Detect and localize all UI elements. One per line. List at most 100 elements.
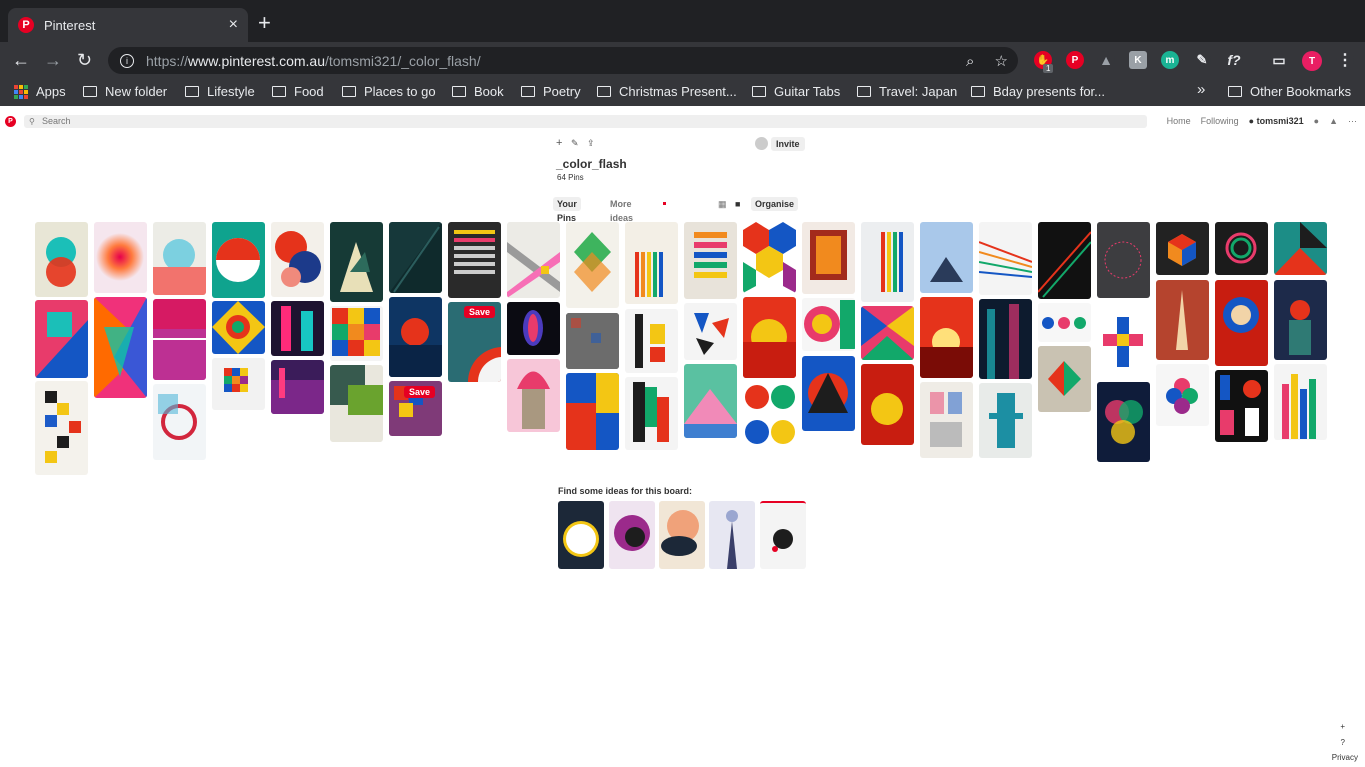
idea-card[interactable] — [760, 501, 806, 569]
pin-card[interactable] — [684, 364, 737, 438]
pin-card[interactable] — [507, 222, 560, 298]
bookmarks-overflow-icon[interactable]: » — [1197, 81, 1205, 98]
pin-card[interactable] — [802, 356, 855, 431]
messages-icon[interactable]: ● — [1314, 115, 1319, 128]
invite-button[interactable]: Invite — [771, 137, 805, 151]
bookmark-folder[interactable]: Food — [272, 84, 324, 99]
pin-card[interactable] — [271, 222, 324, 297]
pin-card[interactable] — [1274, 280, 1327, 360]
more-icon[interactable]: ⋯ — [1348, 115, 1357, 128]
pin-card[interactable] — [684, 222, 737, 299]
bookmark-folder[interactable]: Guitar Tabs — [752, 84, 840, 99]
pin-card[interactable] — [212, 301, 265, 354]
privacy-link[interactable]: Privacy — [1332, 753, 1358, 762]
idea-card[interactable] — [659, 501, 705, 569]
pin-card[interactable] — [625, 377, 678, 450]
idea-card[interactable] — [709, 501, 755, 569]
pen-extension-icon[interactable]: ✎ — [1193, 51, 1211, 69]
pin-card[interactable] — [979, 222, 1032, 295]
pin-card[interactable] — [861, 306, 914, 360]
organise-button[interactable]: Organise — [751, 197, 799, 211]
zoom-icon[interactable]: ⌕ — [966, 53, 974, 70]
pin-card[interactable] — [35, 300, 88, 378]
pin-card[interactable] — [153, 222, 206, 295]
pin-card[interactable] — [507, 302, 560, 355]
pin-card[interactable] — [979, 383, 1032, 458]
pin-card[interactable] — [1274, 222, 1327, 275]
pin-card[interactable] — [448, 222, 501, 298]
pin-card[interactable] — [920, 222, 973, 293]
new-tab-button[interactable]: + — [258, 12, 271, 34]
edit-icon[interactable]: ✎ — [571, 138, 579, 148]
bookmark-folder[interactable]: Bday presents for... — [971, 84, 1105, 99]
notifications-icon[interactable]: ▲ — [1329, 115, 1338, 128]
pin-card[interactable] — [271, 301, 324, 356]
pin-card[interactable] — [1215, 370, 1268, 442]
menu-kebab-icon[interactable]: ⋮ — [1336, 51, 1354, 69]
pin-card[interactable] — [35, 381, 88, 475]
pin-card[interactable] — [153, 299, 206, 380]
k-extension-icon[interactable]: K — [1129, 51, 1147, 69]
pin-card[interactable] — [979, 299, 1032, 379]
bookmark-folder[interactable]: Christmas Present... — [597, 84, 737, 99]
pin-card[interactable] — [1097, 222, 1150, 298]
pin-card[interactable] — [625, 222, 678, 304]
tab-more-ideas[interactable]: More ideas — [606, 197, 637, 223]
profile-avatar[interactable]: T — [1302, 51, 1322, 71]
tab-your-pins[interactable]: Your Pins — [553, 197, 581, 223]
nav-user-profile[interactable]: ● tomsmi321 — [1249, 115, 1304, 128]
idea-card[interactable] — [558, 501, 604, 569]
drive-extension-icon[interactable]: ▲ — [1097, 51, 1115, 69]
pin-card[interactable] — [1038, 303, 1091, 342]
pin-card[interactable] — [1097, 382, 1150, 462]
list-view-icon[interactable]: ■ — [731, 197, 744, 211]
pin-card[interactable] — [684, 303, 737, 360]
pin-card[interactable] — [212, 222, 265, 298]
pin-card[interactable] — [1156, 280, 1209, 360]
pin-card[interactable] — [507, 359, 560, 432]
pin-card[interactable] — [1215, 222, 1268, 275]
pin-card[interactable] — [1274, 364, 1327, 440]
idea-card[interactable] — [609, 501, 655, 569]
pin-card[interactable] — [330, 306, 383, 361]
pin-card[interactable] — [861, 222, 914, 302]
pin-card[interactable] — [1038, 346, 1091, 412]
pin-card[interactable] — [271, 360, 324, 414]
pin-card[interactable] — [35, 222, 88, 297]
m-extension-icon[interactable]: m — [1161, 51, 1179, 69]
reload-icon[interactable]: ↻ — [77, 50, 92, 70]
pin-card[interactable] — [566, 373, 619, 450]
function-extension-icon[interactable]: f? — [1225, 51, 1243, 69]
nav-following[interactable]: Following — [1201, 115, 1239, 128]
bookmark-folder[interactable]: Lifestyle — [185, 84, 255, 99]
pin-card[interactable] — [1156, 364, 1209, 426]
tab-close-icon[interactable]: × — [229, 16, 238, 34]
search-input[interactable]: ⚲ Search — [24, 115, 1147, 128]
pin-card[interactable] — [389, 297, 442, 377]
pin-card[interactable] — [1156, 222, 1209, 275]
bookmark-apps[interactable]: Apps — [14, 84, 66, 99]
pin-card[interactable] — [625, 309, 678, 373]
pin-card[interactable] — [566, 222, 619, 308]
browser-tab[interactable]: P Pinterest × — [8, 8, 248, 42]
pinterest-logo-icon[interactable]: P — [5, 116, 16, 127]
pin-card[interactable] — [743, 297, 796, 378]
pin-card[interactable] — [1215, 280, 1268, 366]
address-bar[interactable]: i https://www.pinterest.com.au/tomsmi321… — [108, 47, 1018, 74]
add-icon[interactable]: + — [556, 137, 562, 149]
pin-card[interactable] — [802, 298, 855, 351]
bookmark-folder[interactable]: New folder — [83, 84, 167, 99]
pin-card[interactable] — [94, 222, 147, 293]
pin-card[interactable] — [153, 384, 206, 460]
pinterest-extension-icon[interactable]: P — [1066, 51, 1084, 69]
back-icon[interactable]: ← — [12, 50, 30, 70]
pin-card[interactable] — [389, 222, 442, 293]
pin-card[interactable] — [802, 222, 855, 294]
grid-view-icon[interactable]: ▦ — [714, 197, 731, 211]
share-icon[interactable]: ⇪ — [587, 138, 595, 148]
pin-card[interactable] — [1038, 222, 1091, 299]
pin-card[interactable] — [920, 382, 973, 458]
footer-plus-icon[interactable]: + — [1340, 722, 1345, 731]
cast-icon[interactable]: ▭ — [1270, 51, 1288, 69]
bookmark-star-icon[interactable]: ☆ — [995, 53, 1008, 70]
